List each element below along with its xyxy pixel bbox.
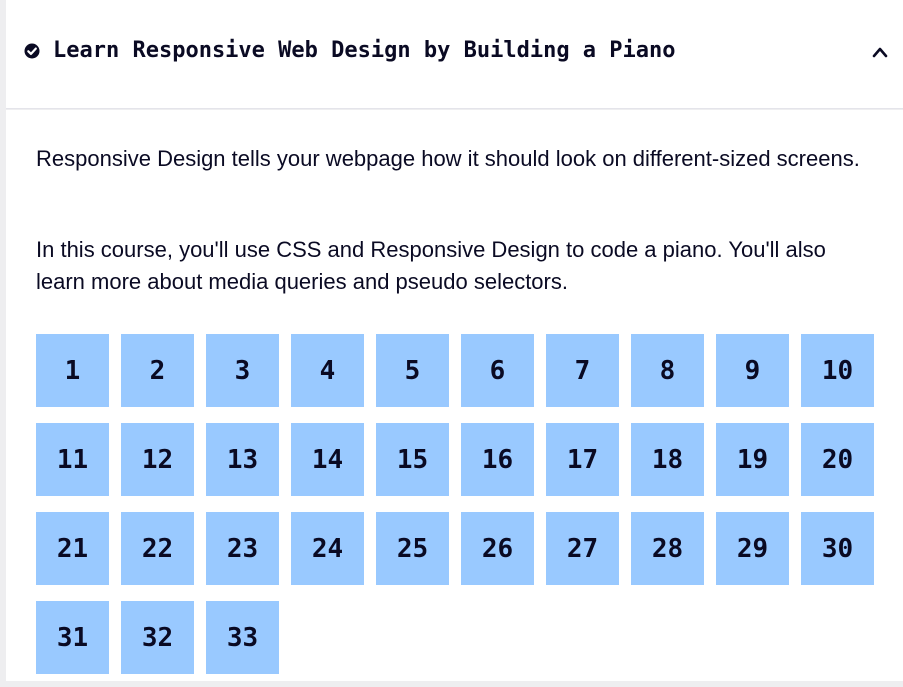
- step-button[interactable]: 29: [716, 512, 789, 585]
- step-button[interactable]: 28: [631, 512, 704, 585]
- step-button[interactable]: 12: [121, 423, 194, 496]
- step-button[interactable]: 33: [206, 601, 279, 674]
- step-button[interactable]: 32: [121, 601, 194, 674]
- step-button[interactable]: 10: [801, 334, 874, 407]
- step-button[interactable]: 24: [291, 512, 364, 585]
- block-content: Responsive Design tells your webpage how…: [6, 110, 903, 681]
- step-button[interactable]: 18: [631, 423, 704, 496]
- block-header[interactable]: Learn Responsive Web Design by Building …: [6, 0, 903, 109]
- step-button[interactable]: 5: [376, 334, 449, 407]
- step-button[interactable]: 15: [376, 423, 449, 496]
- check-circle-icon: [24, 43, 40, 59]
- step-button[interactable]: 4: [291, 334, 364, 407]
- block-description-1: Responsive Design tells your webpage how…: [36, 146, 860, 171]
- step-button[interactable]: 26: [461, 512, 534, 585]
- challenge-block: Learn Responsive Web Design by Building …: [0, 0, 903, 687]
- step-grid: 1 2 3 4 5 6 7 8 9 10 11 12 13 14 15 16 17 18 19 20 21 22 23 24 2…: [36, 334, 886, 674]
- step-button[interactable]: 14: [291, 423, 364, 496]
- step-button[interactable]: 23: [206, 512, 279, 585]
- step-button[interactable]: 8: [631, 334, 704, 407]
- step-button[interactable]: 2: [121, 334, 194, 407]
- step-button[interactable]: 27: [546, 512, 619, 585]
- step-button[interactable]: 16: [461, 423, 534, 496]
- step-button[interactable]: 17: [546, 423, 619, 496]
- step-button[interactable]: 7: [546, 334, 619, 407]
- caret-up-icon[interactable]: [872, 46, 888, 58]
- step-button[interactable]: 1: [36, 334, 109, 407]
- step-button[interactable]: 25: [376, 512, 449, 585]
- step-button[interactable]: 6: [461, 334, 534, 407]
- step-button[interactable]: 31: [36, 601, 109, 674]
- step-button[interactable]: 30: [801, 512, 874, 585]
- step-button[interactable]: 3: [206, 334, 279, 407]
- block-title[interactable]: Learn Responsive Web Design by Building …: [53, 36, 676, 66]
- step-button[interactable]: 11: [36, 423, 109, 496]
- block-description-2: In this course, you'll use CSS and Respo…: [36, 237, 826, 294]
- step-button[interactable]: 21: [36, 512, 109, 585]
- step-button[interactable]: 20: [801, 423, 874, 496]
- step-button[interactable]: 22: [121, 512, 194, 585]
- step-button[interactable]: 13: [206, 423, 279, 496]
- step-button[interactable]: 9: [716, 334, 789, 407]
- step-button[interactable]: 19: [716, 423, 789, 496]
